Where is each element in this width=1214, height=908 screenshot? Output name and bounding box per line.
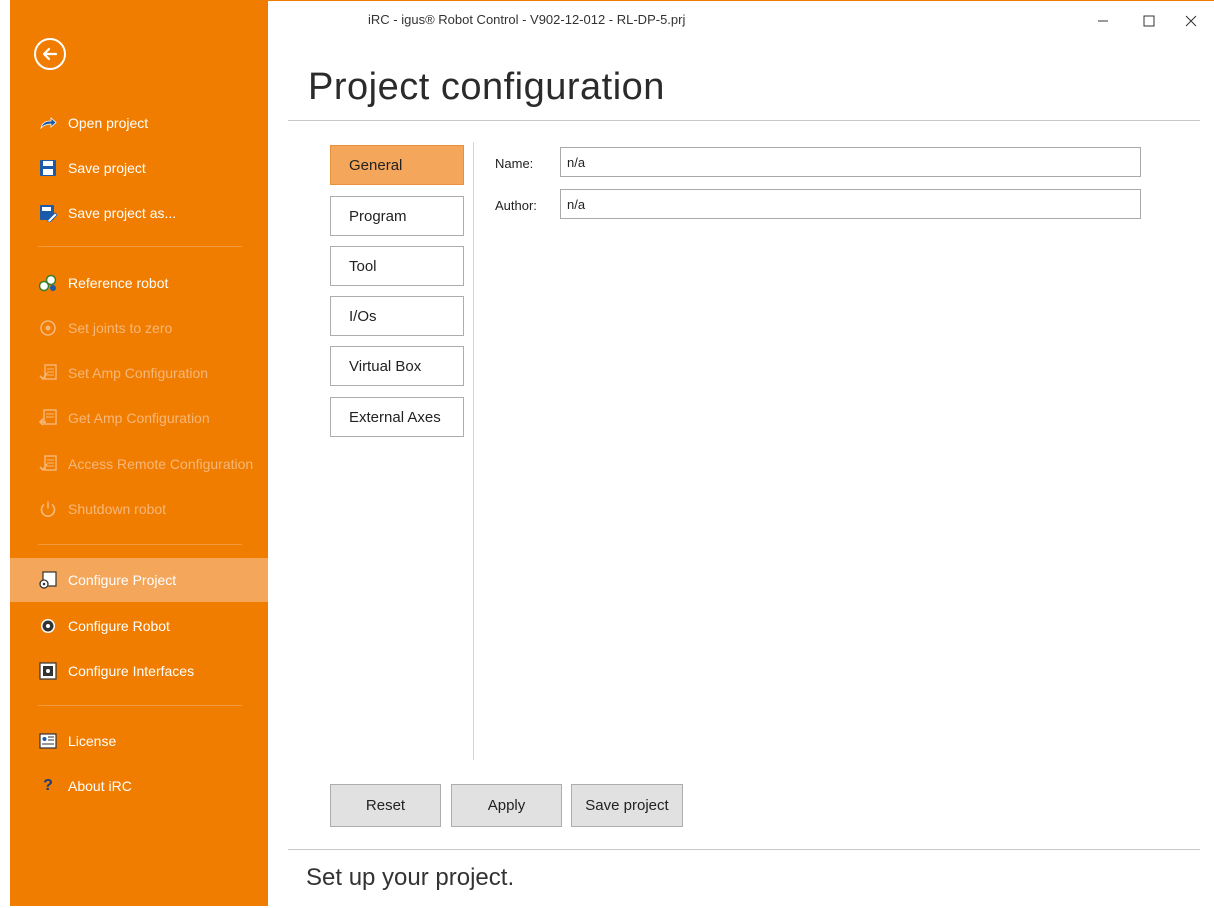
page-title: Project configuration: [308, 66, 665, 108]
project-config-icon: [38, 570, 58, 590]
tab-general[interactable]: General: [330, 145, 464, 185]
maximize-icon: [1143, 15, 1155, 27]
tab-panel-divider: [473, 142, 474, 760]
gear-icon: [38, 616, 58, 636]
tab-virtual-box[interactable]: Virtual Box: [330, 346, 464, 386]
floppy-disk-icon: [38, 158, 58, 178]
sidebar-item-label: Shutdown robot: [68, 501, 167, 517]
sidebar: Open project Save project Save project a…: [10, 0, 268, 906]
sidebar-item-reference-robot[interactable]: Reference robot: [10, 262, 268, 304]
reset-button[interactable]: Reset: [330, 784, 441, 827]
arrow-left-circle-icon: [42, 47, 58, 61]
sidebar-item-label: Get Amp Configuration: [68, 410, 210, 426]
floppy-edit-icon: [38, 203, 58, 223]
close-icon: [1185, 15, 1197, 27]
sidebar-item-label: About iRC: [68, 778, 132, 794]
tab-ios[interactable]: I/Os: [330, 296, 464, 336]
amp-config-set-icon: [38, 363, 58, 383]
sidebar-item-configure-project[interactable]: Configure Project: [10, 558, 268, 602]
footer-divider: [288, 849, 1200, 850]
name-field[interactable]: [560, 147, 1141, 177]
back-button[interactable]: [34, 38, 66, 70]
maximize-button[interactable]: [1126, 7, 1172, 35]
sidebar-item-license[interactable]: License: [10, 720, 268, 762]
tab-external-axes[interactable]: External Axes: [330, 397, 464, 437]
sidebar-item-save-project-as[interactable]: Save project as...: [10, 192, 268, 234]
name-label: Name:: [495, 156, 534, 171]
sidebar-item-label: Reference robot: [68, 275, 169, 291]
sidebar-item-shutdown-robot[interactable]: Shutdown robot: [10, 488, 268, 530]
window-title: iRC - igus® Robot Control - V902-12-012 …: [368, 12, 686, 27]
license-icon: [38, 731, 58, 751]
sidebar-item-label: License: [68, 733, 117, 749]
close-button[interactable]: [1168, 7, 1214, 35]
sidebar-item-label: Save project: [68, 160, 146, 176]
sidebar-item-label: Configure Interfaces: [68, 663, 195, 679]
sidebar-item-label: Access Remote Configuration: [68, 456, 254, 472]
window-frame: [0, 0, 10, 908]
sidebar-item-set-amp-configuration[interactable]: Set Amp Configuration: [10, 352, 268, 394]
title-bar: iRC - igus® Robot Control - V902-12-012 …: [268, 0, 1214, 40]
minimize-button[interactable]: [1080, 7, 1126, 35]
author-field[interactable]: [560, 189, 1141, 219]
sidebar-item-label: Set joints to zero: [68, 320, 173, 336]
remote-config-icon: [38, 454, 58, 474]
sidebar-separator: [38, 705, 242, 706]
sidebar-item-label: Open project: [68, 115, 149, 131]
sidebar-item-set-joints-to-zero[interactable]: Set joints to zero: [10, 307, 268, 349]
sidebar-item-about-irc[interactable]: ? About iRC: [10, 765, 268, 807]
sidebar-item-open-project[interactable]: Open project: [10, 102, 268, 144]
sidebar-item-label: Configure Project: [68, 572, 177, 588]
reference-gears-icon: [38, 273, 58, 293]
title-divider: [288, 120, 1200, 121]
open-arrow-icon: [38, 113, 58, 133]
sidebar-item-label: Configure Robot: [68, 618, 170, 634]
sidebar-item-get-amp-configuration[interactable]: Get Amp Configuration: [10, 397, 268, 439]
power-icon: [38, 499, 58, 519]
sidebar-item-label: Set Amp Configuration: [68, 365, 209, 381]
zero-joint-icon: [38, 318, 58, 338]
sidebar-item-save-project[interactable]: Save project: [10, 147, 268, 189]
sidebar-separator: [38, 544, 242, 545]
tab-tool[interactable]: Tool: [330, 246, 464, 286]
apply-button[interactable]: Apply: [451, 784, 562, 827]
sidebar-separator: [38, 246, 242, 247]
sidebar-item-access-remote-configuration[interactable]: Access Remote Configuration: [10, 443, 268, 485]
tab-program[interactable]: Program: [330, 196, 464, 236]
interfaces-icon: [38, 661, 58, 681]
sidebar-item-configure-robot[interactable]: Configure Robot: [10, 605, 268, 647]
question-icon: ?: [43, 777, 53, 794]
author-label: Author:: [495, 198, 537, 213]
amp-config-get-icon: [38, 408, 58, 428]
sidebar-item-label: Save project as...: [68, 205, 177, 221]
save-project-button[interactable]: Save project: [571, 784, 683, 827]
minimize-icon: [1098, 20, 1108, 22]
sidebar-item-configure-interfaces[interactable]: Configure Interfaces: [10, 650, 268, 692]
footer-description: Set up your project.: [306, 864, 515, 891]
